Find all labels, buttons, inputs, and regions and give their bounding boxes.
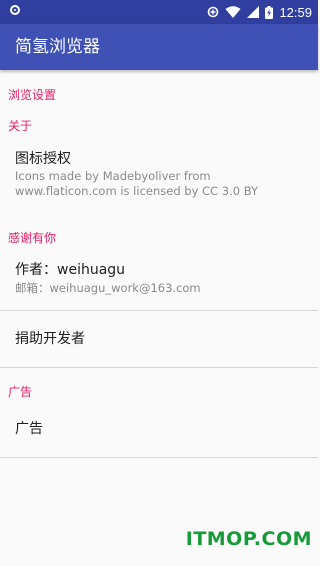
pref-icon-license[interactable]: 图标授权 Icons made by Madebyoliver from www…	[0, 140, 318, 206]
app-title: 简氢浏览器	[15, 37, 100, 57]
category-thanks: 感谢有你	[8, 231, 57, 245]
divider	[0, 457, 318, 458]
battery-charging-icon	[265, 5, 274, 19]
watermark: ITMOP.COM	[185, 528, 312, 550]
pref-donate[interactable]: 捐助开发者	[0, 311, 318, 367]
pref-icon-license-summary: Icons made by Madebyoliver from www.flat…	[15, 169, 258, 198]
pref-author-title: 作者：weihuagu	[15, 262, 126, 278]
category-browse-settings: 浏览设置	[8, 88, 57, 102]
category-ads: 广告	[8, 385, 33, 399]
wifi-icon	[225, 6, 241, 18]
signal-icon	[247, 6, 260, 18]
divider	[0, 367, 318, 368]
pref-icon-license-title: 图标授权	[15, 151, 71, 167]
app-bar: 简氢浏览器	[0, 24, 318, 70]
pref-ad[interactable]: 广告	[0, 404, 318, 456]
status-icons: 12:59	[207, 0, 312, 24]
pref-donate-title: 捐助开发者	[15, 331, 85, 347]
pref-ad-title: 广告	[15, 421, 43, 437]
status-bar: 12:59	[0, 0, 318, 24]
data-saver-icon	[208, 6, 219, 18]
status-time: 12:59	[279, 4, 312, 20]
category-about: 关于	[8, 119, 33, 133]
notification-icon	[10, 5, 20, 15]
pref-author-summary: 邮箱：weihuagu_work@163.com	[15, 281, 201, 295]
pref-author[interactable]: 作者：weihuagu 邮箱：weihuagu_work@163.com	[0, 252, 318, 308]
